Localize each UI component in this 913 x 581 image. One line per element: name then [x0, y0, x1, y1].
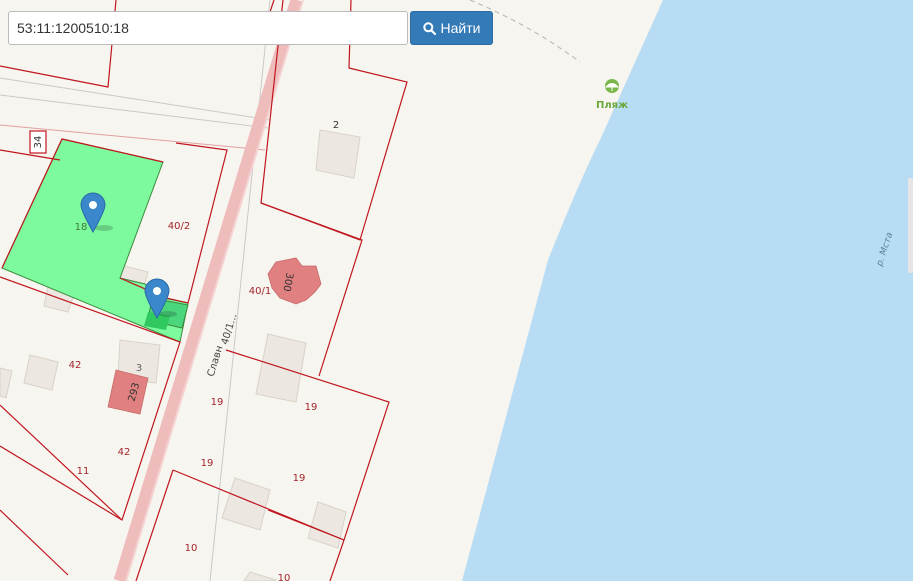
building-label-3: 3 — [136, 363, 142, 374]
marker-shadow — [159, 311, 177, 317]
marker-shadow — [95, 225, 113, 231]
parcel-label-19d: 19 — [293, 473, 306, 484]
parcel-label-19a: 19 — [211, 397, 224, 408]
block-number: 34 — [33, 136, 44, 149]
parcel-label-11: 11 — [77, 466, 90, 477]
parcel-label-42b: 42 — [118, 447, 131, 458]
marker-dot — [89, 201, 97, 209]
parcel-label-40-2: 40/2 — [168, 221, 190, 232]
cadastral-map[interactable]: 34 18 40/2 2 40/1 42 42 11 19 19 19 19 1… — [0, 0, 913, 581]
parcel-label-42a: 42 — [69, 360, 82, 371]
parcel-label-19b: 19 — [305, 402, 318, 413]
parcel-label-19c: 19 — [201, 458, 214, 469]
search-button-label: Найти — [440, 20, 481, 36]
parcel-label-10a: 10 — [185, 543, 198, 554]
marker-dot — [153, 287, 161, 295]
search-button[interactable]: Найти — [410, 11, 493, 45]
street-address-label: 40/1... — [220, 312, 240, 346]
beach-label: Пляж — [596, 100, 628, 111]
parcel-label-10b: 10 — [278, 573, 291, 581]
street-label: Славн — [206, 344, 226, 378]
river-water — [462, 0, 913, 581]
parcel-label-18: 18 — [75, 222, 88, 233]
map-side-scroll-handle[interactable] — [908, 178, 913, 273]
search-icon — [422, 21, 436, 35]
parcel-label-2: 2 — [333, 120, 339, 131]
cadastral-search-input[interactable] — [8, 11, 408, 45]
parcel-label-40-1: 40/1 — [249, 286, 271, 297]
building-300 — [267, 257, 322, 305]
